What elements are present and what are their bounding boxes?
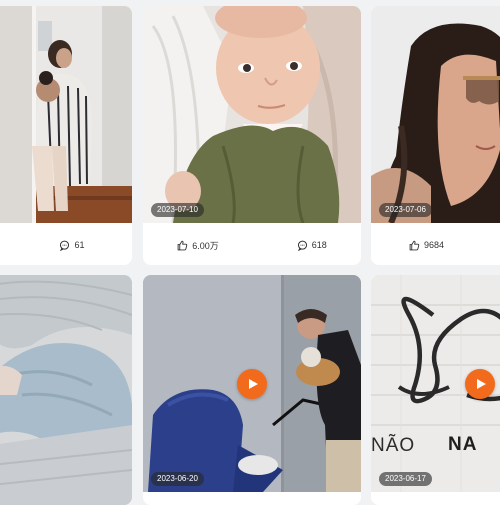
post-card-1[interactable]: 61 [0, 6, 132, 265]
post-stats-1: 61 [0, 225, 132, 265]
like-count[interactable]: 6.00万 [177, 239, 219, 252]
post-card-5[interactable]: 2023-06-20 [143, 275, 361, 505]
post-card-6[interactable]: NÃO NA 2023-06-17 [371, 275, 500, 505]
post-date-badge: 2023-06-17 [379, 472, 432, 486]
post-date-badge: 2023-06-20 [151, 472, 204, 486]
speech-bubble-icon [60, 240, 70, 251]
post-card-4[interactable] [0, 275, 132, 505]
comment-count[interactable]: 618 [297, 240, 327, 251]
like-count[interactable]: 9684 [409, 240, 444, 251]
play-button[interactable] [237, 369, 267, 399]
post-card-3[interactable]: 2023-07-06 9684 [371, 6, 500, 265]
thumbs-up-icon [409, 240, 420, 250]
post-stats-3: 9684 [371, 225, 500, 265]
post-thumbnail-4[interactable] [0, 275, 132, 505]
like-count-value: 6.00万 [192, 240, 219, 251]
post-thumbnail-3[interactable]: 2023-07-06 [371, 6, 500, 223]
thumbs-up-icon [177, 240, 188, 250]
sign-text-nao: NÃO [371, 435, 416, 456]
comment-count-value: 618 [311, 240, 327, 250]
post-thumbnail-6[interactable]: NÃO NA 2023-06-17 [371, 275, 500, 492]
post-date-badge: 2023-07-06 [379, 203, 432, 217]
post-card-2[interactable]: 2023-07-10 6.00万 618 [143, 6, 361, 265]
post-thumbnail-1[interactable] [0, 6, 132, 223]
play-icon [477, 379, 486, 389]
post-thumbnail-5[interactable]: 2023-06-20 [143, 275, 361, 492]
post-thumbnail-2[interactable]: 2023-07-10 [143, 6, 361, 223]
play-icon [249, 379, 258, 389]
like-count-value: 9684 [424, 240, 445, 250]
comment-count[interactable]: 61 [59, 240, 85, 251]
play-button[interactable] [465, 369, 495, 399]
sign-text-na: NA [448, 434, 478, 455]
post-date-badge: 2023-07-10 [151, 203, 204, 217]
post-stats-2: 6.00万 618 [143, 225, 361, 265]
speech-bubble-icon [297, 240, 307, 251]
comment-count-value: 61 [74, 240, 85, 250]
